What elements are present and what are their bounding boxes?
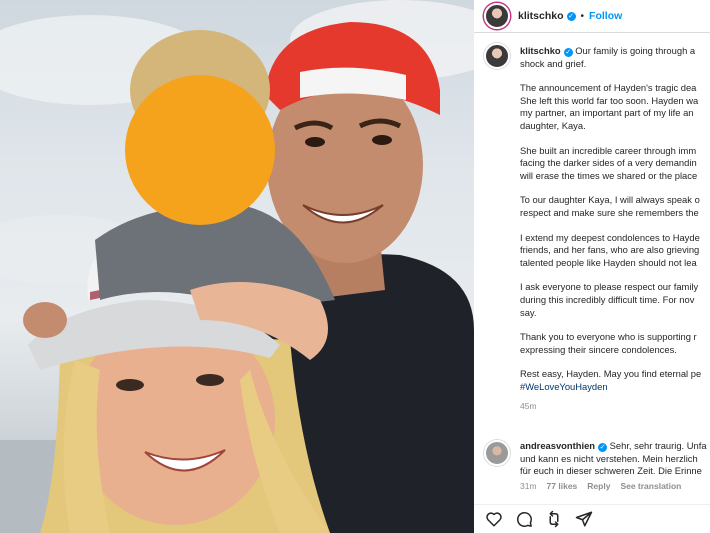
comment-line: Sehr, sehr traurig. Unfa: [609, 440, 707, 451]
caption-line: I extend my deepest condolences to Hayde: [520, 231, 700, 243]
heart-icon[interactable]: [485, 510, 503, 528]
commenter-avatar[interactable]: [484, 440, 510, 466]
send-icon[interactable]: [575, 510, 593, 528]
caption-line: respect and make sure she remembers the: [520, 206, 699, 218]
commenter-username[interactable]: andreasvonthien: [520, 440, 595, 451]
post-photo[interactable]: [0, 0, 474, 533]
caption-line: will erase the times we shared or the pl…: [520, 169, 698, 181]
separator-dot: •: [580, 10, 585, 22]
caption-paragraph: I extend my deepest condolences to Hayde…: [520, 232, 710, 270]
caption-line: shock and grief.: [520, 57, 587, 69]
caption-paragraph: To our daughter Kaya, I will always spea…: [520, 194, 710, 219]
post-panel: klitschko ✓ • Follow klitschko ✓ Our fami…: [474, 0, 710, 533]
comment-time: 31m: [520, 480, 537, 491]
author-username[interactable]: klitschko: [518, 10, 564, 22]
caption-paragraph: She built an incredible career through i…: [520, 145, 710, 183]
caption-line: expressing their sincere condolences.: [520, 343, 677, 355]
verified-badge-icon: ✓: [566, 11, 576, 21]
caption-line: Our family is going through a: [575, 45, 696, 56]
caption-avatar[interactable]: [484, 43, 510, 69]
post-header: klitschko ✓ • Follow: [474, 0, 710, 33]
caption-line: my partner, an important part of my life…: [520, 107, 694, 119]
see-translation-button[interactable]: See translation: [620, 480, 681, 493]
post-actions: [474, 504, 710, 533]
comment: andreasvonthien ✓ Sehr, sehr traurig. Unf…: [484, 440, 710, 492]
caption-line: say.: [520, 306, 537, 318]
post-time: 45m: [520, 401, 537, 412]
caption-line: talented people like Hayden should not l…: [520, 256, 697, 268]
caption-paragraph: The announcement of Hayden's tragic dea …: [520, 82, 710, 132]
caption-line: I ask everyone to please respect our fam…: [520, 281, 699, 293]
caption-line: She left this world far too soon. Hayden…: [520, 94, 699, 106]
caption-username[interactable]: klitschko: [520, 45, 561, 56]
caption-line: To our daughter Kaya, I will always spea…: [520, 194, 700, 206]
comment-text: andreasvonthien ✓ Sehr, sehr traurig. Unf…: [520, 440, 707, 478]
commenter-verified-icon: ✓: [598, 443, 608, 452]
caption-line: Thank you to everyone who is supporting …: [520, 331, 697, 343]
caption-line: daughter, Kaya.: [520, 119, 586, 131]
hashtag-link[interactable]: #WeLoveYouHayden: [520, 381, 608, 392]
share-icon[interactable]: [545, 510, 563, 528]
post-caption: klitschko ✓ Our family is going through a…: [484, 43, 710, 413]
author-avatar[interactable]: [484, 3, 510, 29]
comment-icon[interactable]: [515, 510, 533, 528]
caption-line: facing the darker sides of a very demand…: [520, 157, 697, 169]
comment-likes[interactable]: 77 likes: [547, 480, 578, 493]
caption-line: during this incredibly difficult time. F…: [520, 293, 695, 305]
caption-line: friends, and her fans, who are also grie…: [520, 244, 700, 256]
caption-line: Rest easy, Hayden. May you find eternal …: [520, 368, 702, 380]
caption-paragraph: I ask everyone to please respect our fam…: [520, 281, 710, 319]
comment-line: und kann es nicht verstehen. Mein herzli…: [520, 452, 698, 464]
follow-button[interactable]: Follow: [589, 10, 622, 22]
reply-button[interactable]: Reply: [587, 480, 610, 493]
caption-line: She built an incredible career through i…: [520, 144, 697, 156]
caption-verified-icon: ✓: [563, 48, 573, 57]
comment-line: für euch in dieser schweren Zeit. Die Er…: [520, 465, 702, 477]
comment-meta: 31m 77 likes Reply See translation: [520, 480, 707, 493]
caption-paragraph: Thank you to everyone who is supporting …: [520, 331, 710, 356]
caption-first-paragraph: klitschko ✓ Our family is going through a…: [520, 45, 710, 70]
caption-paragraph: Rest easy, Hayden. May you find eternal …: [520, 368, 710, 393]
selfie-image: [0, 0, 474, 533]
caption-line: The announcement of Hayden's tragic dea: [520, 82, 697, 94]
